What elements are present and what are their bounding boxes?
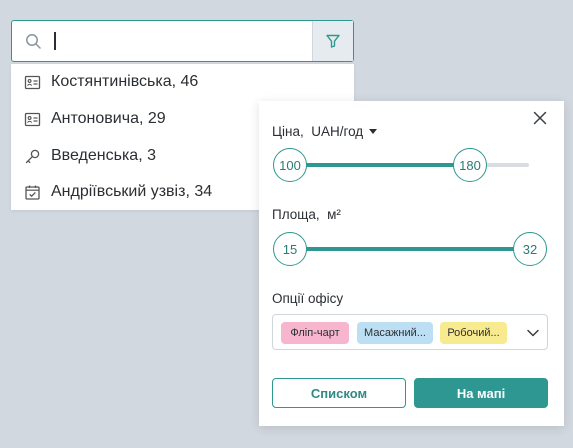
area-min-handle[interactable]: 15 bbox=[273, 232, 307, 266]
area-unit: м² bbox=[327, 207, 341, 222]
area-slider-range[interactable] bbox=[289, 247, 531, 251]
office-options-select[interactable]: Фліп-чарт Масажний... Робочий... bbox=[272, 314, 548, 350]
price-slider-range bbox=[289, 163, 469, 167]
filter-icon bbox=[326, 34, 340, 48]
search-input[interactable] bbox=[60, 29, 304, 55]
option-chip[interactable]: Робочий... bbox=[440, 322, 507, 344]
area-min-value: 15 bbox=[282, 241, 298, 257]
search-icon bbox=[26, 34, 41, 49]
search-bar[interactable] bbox=[11, 20, 354, 62]
price-max-handle[interactable]: 180 bbox=[453, 148, 487, 182]
price-max-value: 180 bbox=[459, 157, 481, 173]
price-min-handle[interactable]: 100 bbox=[273, 148, 307, 182]
option-chip[interactable]: Масажний... bbox=[357, 322, 433, 344]
result-label: Введенська, 3 bbox=[51, 147, 156, 164]
calendar-check-icon bbox=[25, 185, 40, 200]
text-cursor bbox=[54, 32, 56, 50]
key-icon bbox=[25, 149, 40, 164]
price-unit: UAH/год bbox=[311, 124, 364, 139]
area-label: Площа, bbox=[272, 207, 320, 222]
area-label-row: Площа, м² bbox=[272, 207, 341, 222]
map-view-button[interactable]: На мапі bbox=[414, 378, 548, 408]
id-card-icon bbox=[24, 75, 41, 90]
price-label-row: Ціна, UAH/год bbox=[272, 124, 378, 139]
option-chip[interactable]: Фліп-чарт bbox=[281, 322, 349, 344]
id-card-icon bbox=[24, 112, 41, 127]
list-view-button[interactable]: Списком bbox=[272, 378, 406, 408]
area-max-handle[interactable]: 32 bbox=[513, 232, 547, 266]
options-label: Опції офісу bbox=[272, 291, 344, 306]
result-label: Антоновича, 29 bbox=[51, 110, 166, 127]
price-unit-select[interactable]: UAH/год bbox=[311, 124, 378, 139]
chevron-down-icon[interactable] bbox=[526, 326, 540, 340]
filter-button[interactable] bbox=[312, 21, 353, 61]
result-item-kostiantynivska[interactable]: Костянтинівська, 46 bbox=[11, 64, 354, 100]
dropdown-arrow-icon bbox=[369, 129, 378, 134]
price-min-value: 100 bbox=[279, 157, 301, 173]
area-max-value: 32 bbox=[522, 241, 538, 257]
price-label: Ціна, bbox=[272, 124, 304, 139]
result-label: Андріївський узвіз, 34 bbox=[51, 183, 213, 200]
result-label: Костянтинівська, 46 bbox=[51, 73, 199, 90]
filter-panel: Ціна, UAH/год 100 180 Площа, м² 15 32 Оп… bbox=[259, 101, 564, 426]
close-icon[interactable] bbox=[533, 111, 547, 125]
